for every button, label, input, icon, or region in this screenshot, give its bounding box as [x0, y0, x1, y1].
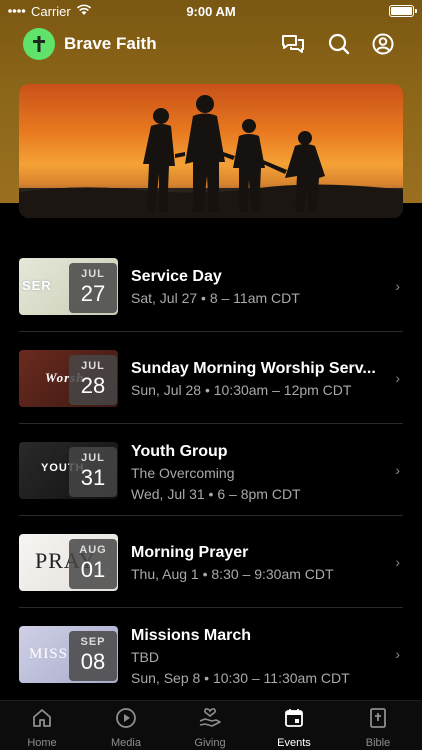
- date-badge: SEP 08: [69, 631, 117, 681]
- date-badge: AUG 01: [69, 539, 117, 589]
- chevron-right-icon: ›: [395, 370, 400, 386]
- date-day: 08: [80, 649, 106, 674]
- cross-icon: [33, 36, 45, 52]
- date-badge: JUL 27: [69, 263, 117, 313]
- event-thumbnail: MISS SEP 08: [19, 626, 118, 683]
- tab-giving[interactable]: Giving: [168, 707, 252, 749]
- tab-media[interactable]: Media: [84, 707, 168, 749]
- event-row[interactable]: SER JUL 27 Service Day Sat, Jul 27 • 8 –…: [19, 240, 403, 332]
- date-badge: JUL 28: [69, 355, 117, 405]
- app-header: Brave Faith: [0, 26, 422, 62]
- status-time: 9:00 AM: [186, 3, 236, 19]
- date-month: JUL: [81, 268, 105, 280]
- event-datetime: Wed, Jul 31 • 6 – 8pm CDT: [131, 486, 301, 502]
- tab-bar: Home Media Giving Events Bible: [0, 700, 422, 750]
- event-title: Sunday Morning Worship Serv...: [131, 360, 376, 377]
- event-datetime: Sat, Jul 27 • 8 – 11am CDT: [131, 290, 300, 306]
- calendar-icon: [252, 707, 336, 731]
- date-month: JUL: [81, 360, 105, 372]
- event-row[interactable]: PRAY AUG 01 Morning Prayer Thu, Aug 1 • …: [19, 516, 403, 608]
- app-title: Brave Faith: [64, 34, 157, 53]
- tab-label: Giving: [194, 737, 226, 749]
- event-datetime: Thu, Aug 1 • 8:30 – 9:30am CDT: [131, 566, 334, 582]
- event-thumbnail: SER JUL 27: [19, 258, 118, 315]
- tab-label: Media: [111, 737, 141, 749]
- event-row[interactable]: YOUTH JUL 31 Youth Group The Overcoming …: [19, 424, 403, 516]
- event-row[interactable]: MISS SEP 08 Missions March TBD Sun, Sep …: [19, 608, 403, 700]
- chat-icon[interactable]: [280, 31, 306, 57]
- date-day: 28: [80, 373, 106, 398]
- event-row[interactable]: Worsh JUL 28 Sunday Morning Worship Serv…: [19, 332, 403, 424]
- event-subtitle: TBD: [131, 649, 159, 665]
- date-day: 31: [80, 465, 106, 490]
- tab-events[interactable]: Events: [252, 707, 336, 749]
- chevron-right-icon: ›: [395, 462, 400, 478]
- app-logo: [23, 28, 55, 60]
- battery-icon: [389, 5, 417, 17]
- search-icon[interactable]: [326, 31, 352, 57]
- chevron-right-icon: ›: [395, 554, 400, 570]
- event-thumbnail: YOUTH JUL 31: [19, 442, 118, 499]
- date-month: AUG: [79, 544, 107, 556]
- event-title: Morning Prayer: [131, 544, 249, 561]
- thumbnail-text: MISS: [29, 646, 69, 662]
- event-thumbnail: PRAY AUG 01: [19, 534, 118, 591]
- event-title: Service Day: [131, 268, 222, 285]
- play-icon: [84, 707, 168, 731]
- thumbnail-text: SER: [22, 278, 52, 293]
- home-icon: [0, 707, 84, 731]
- profile-icon[interactable]: [370, 31, 396, 57]
- date-day: 01: [80, 557, 106, 582]
- date-badge: JUL 31: [69, 447, 117, 497]
- hero-image[interactable]: [19, 84, 403, 218]
- chevron-right-icon: ›: [395, 646, 400, 662]
- status-bar: Carrier 9:00 AM: [0, 0, 422, 22]
- event-subtitle: The Overcoming: [131, 465, 235, 481]
- event-title: Youth Group: [131, 443, 228, 460]
- tab-label: Bible: [365, 737, 391, 749]
- bible-icon: [336, 707, 420, 731]
- event-datetime: Sun, Jul 28 • 10:30am – 12pm CDT: [131, 382, 352, 398]
- tab-label: Events: [277, 737, 311, 749]
- tab-home[interactable]: Home: [0, 707, 84, 749]
- date-month: JUL: [81, 452, 105, 464]
- event-thumbnail: Worsh JUL 28: [19, 350, 118, 407]
- tab-label: Home: [27, 737, 57, 749]
- chevron-right-icon: ›: [395, 278, 400, 294]
- family-silhouette-image: [19, 95, 403, 218]
- giving-icon: [168, 707, 252, 731]
- date-day: 27: [80, 281, 106, 306]
- event-datetime: Sun, Sep 8 • 10:30 – 11:30am CDT: [131, 670, 350, 686]
- tab-bible[interactable]: Bible: [336, 707, 420, 749]
- event-title: Missions March: [131, 627, 252, 644]
- date-month: SEP: [80, 636, 106, 648]
